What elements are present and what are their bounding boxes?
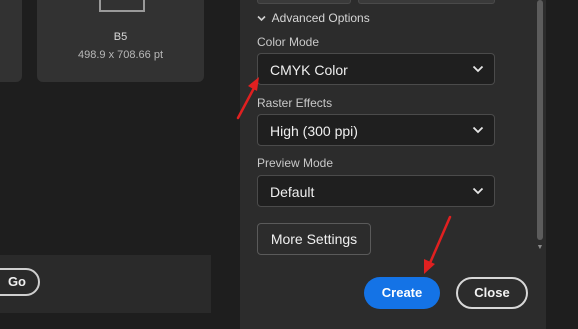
dropdown-caret-icon <box>472 65 484 73</box>
dropdown-caret-icon <box>472 126 484 134</box>
scroll-down-arrow-icon[interactable]: ▼ <box>536 244 544 252</box>
raster-effects-select[interactable]: High (300 ppi) <box>257 114 495 146</box>
preset-card-b5[interactable]: B5 498.9 x 708.66 pt <box>37 0 204 82</box>
advanced-options-label: Advanced Options <box>271 11 370 25</box>
raster-effects-value: High (300 ppi) <box>270 123 358 139</box>
preview-mode-label: Preview Mode <box>257 156 334 170</box>
preview-mode-select[interactable]: Default <box>257 175 495 207</box>
panel-scrollbar[interactable]: ▼ <box>536 0 544 255</box>
document-preset-gallery: B5 498.9 x 708.66 pt Go <box>0 0 240 329</box>
preset-name: B5 <box>113 31 128 43</box>
template-search-bar: Go <box>0 255 211 313</box>
dropdown-caret-icon <box>472 187 484 195</box>
go-button[interactable]: Go <box>0 268 40 296</box>
create-button[interactable]: Create <box>364 277 440 309</box>
preset-size: 498.9 x 708.66 pt <box>77 49 163 61</box>
scrollbar-thumb[interactable] <box>537 0 543 240</box>
color-mode-label: Color Mode <box>257 35 320 49</box>
window-edge <box>546 0 578 329</box>
preview-mode-value: Default <box>270 184 315 200</box>
preset-card-partial[interactable] <box>0 0 22 82</box>
preset-details-panel: Advanced Options Color Mode CMYK Color R… <box>240 0 546 329</box>
advanced-options-toggle[interactable]: Advanced Options <box>257 11 370 25</box>
close-button[interactable]: Close <box>456 277 528 309</box>
color-mode-select[interactable]: CMYK Color <box>257 53 495 85</box>
field-stub <box>257 0 351 4</box>
raster-effects-label: Raster Effects <box>257 96 333 110</box>
more-settings-button[interactable]: More Settings <box>257 223 371 255</box>
paper-size-icon <box>99 0 145 12</box>
field-stub <box>358 0 495 4</box>
color-mode-value: CMYK Color <box>270 62 348 78</box>
chevron-down-icon <box>257 14 266 25</box>
